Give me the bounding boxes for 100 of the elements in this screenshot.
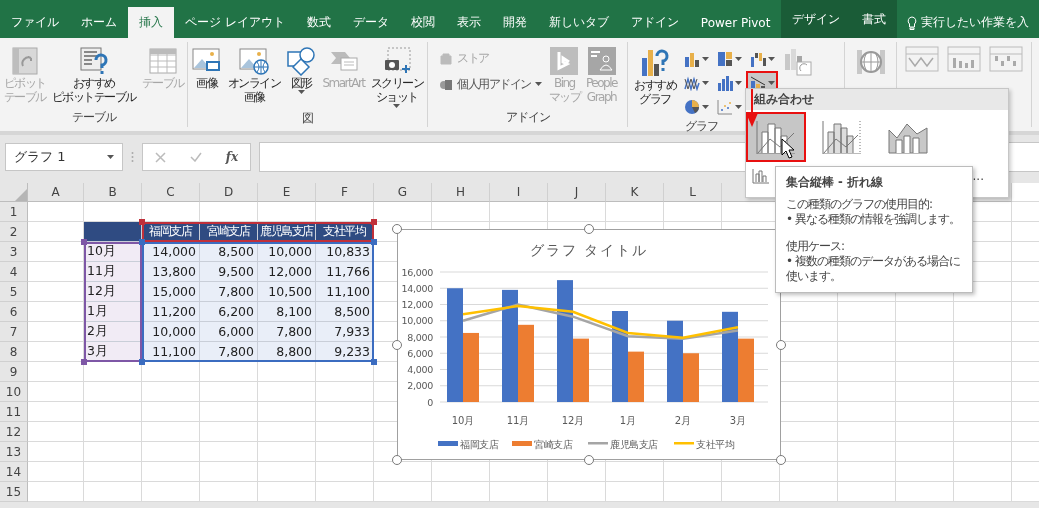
group-label: グラフ <box>683 118 719 135</box>
row-header[interactable]: 5 <box>0 282 28 302</box>
table-cell: 8,100 <box>258 302 316 322</box>
column-header[interactable]: J <box>548 183 606 202</box>
axis-tick-label: 10,000 <box>401 315 433 327</box>
row-header[interactable]: 12 <box>0 422 28 442</box>
column-header[interactable]: G <box>374 183 432 202</box>
row-header[interactable]: 2 <box>0 222 28 242</box>
column-header[interactable]: I <box>490 183 548 202</box>
ribbon-tab[interactable]: ファイル <box>0 7 70 38</box>
table-cell: 2月 <box>84 322 142 342</box>
column-header[interactable]: H <box>432 183 490 202</box>
ribbon-tab[interactable]: 新しいタブ <box>537 7 620 38</box>
ribbon-tab[interactable]: ページ レイアウト <box>174 7 296 38</box>
axis-tick-label: 8,000 <box>407 331 433 343</box>
ribbon-button[interactable]: 図形 <box>284 44 319 96</box>
more-option[interactable]: ... <box>972 169 984 183</box>
tooltip-text: この種類のグラフの使用目的: <box>786 197 934 212</box>
ribbon-tab[interactable]: 開発 <box>491 7 538 38</box>
legend-label: 支社平均 <box>696 438 735 450</box>
column-header[interactable]: F <box>316 183 374 202</box>
table-cell: 8,800 <box>258 342 316 362</box>
table-cell: 11,100 <box>316 282 374 302</box>
axis-tick-label: 11月 <box>506 415 530 426</box>
table-cell: 11,200 <box>142 302 200 322</box>
group-label: 図 <box>301 110 314 127</box>
axis-tick-label: 4,000 <box>407 364 433 375</box>
row-header[interactable]: 14 <box>0 462 28 482</box>
ribbon-tab[interactable]: 校閲 <box>399 7 446 38</box>
column-header[interactable]: C <box>142 183 200 202</box>
tooltip-title: 集合縦棒 - 折れ線 <box>786 175 884 190</box>
table-cell: 7,933 <box>316 322 374 342</box>
ribbon-tab[interactable]: デザイン <box>781 0 852 38</box>
table-cell: 9,500 <box>200 262 258 282</box>
table-cell: 11,766 <box>316 262 374 282</box>
tooltip-text: • 複数の種類のデータがある場合に使います。 <box>786 254 961 284</box>
table-cell: 7,800 <box>200 282 258 302</box>
table-cell: 8,500 <box>200 242 258 262</box>
group-label: アドイン <box>504 109 551 126</box>
ribbon-button[interactable]: 個人用アドイン <box>436 74 545 94</box>
table-cell: 15,000 <box>142 282 200 302</box>
ribbon-tab[interactable]: 挿入 <box>128 7 174 38</box>
table-cell: 10,000 <box>142 322 200 342</box>
column-header[interactable]: D <box>200 183 258 202</box>
table-cell: 12月 <box>84 282 142 302</box>
ribbon-button[interactable]: オンライン 画像 <box>225 44 283 106</box>
ribbon-tab[interactable]: データ <box>341 7 400 38</box>
chart-title: グラフ タイトル <box>529 242 649 258</box>
ribbon-button[interactable]: 画像 <box>189 44 224 92</box>
ribbon-tab[interactable]: Power Pivot <box>689 7 782 38</box>
column-header[interactable]: B <box>84 183 142 202</box>
legend-item: 宮崎支店 <box>512 438 572 450</box>
table-cell: 10,000 <box>258 242 316 262</box>
ribbon-button[interactable]: おすすめ ピボットテーブル <box>49 44 138 106</box>
row-header[interactable]: 7 <box>0 322 28 342</box>
tooltip-text: 使用ケース: <box>786 239 846 254</box>
row-header[interactable]: 11 <box>0 402 28 422</box>
row-header[interactable]: 6 <box>0 302 28 322</box>
legend-label: 福岡支店 <box>460 438 499 450</box>
ribbon-button[interactable]: スクリーン ショット <box>368 44 426 110</box>
legend-label: 鹿児島支店 <box>610 438 658 450</box>
row-header[interactable]: 13 <box>0 442 28 462</box>
table-cell: 11月 <box>84 262 142 282</box>
table-cell: 10,500 <box>258 282 316 302</box>
legend-label: 宮崎支店 <box>534 438 573 450</box>
legend-item: 福岡支店 <box>438 438 498 450</box>
name-box[interactable]: グラフ 1 <box>5 143 123 171</box>
column-header[interactable]: L <box>664 183 722 202</box>
ribbon-tab[interactable]: アドイン <box>619 7 690 38</box>
legend-item: 鹿児島支店 <box>588 438 658 450</box>
row-header[interactable]: 4 <box>0 262 28 282</box>
group-label: テーブル <box>70 109 117 126</box>
table-cell: 6,000 <box>200 322 258 342</box>
table-cell: 8,500 <box>316 302 374 322</box>
row-header[interactable]: 15 <box>0 482 28 502</box>
axis-tick-label: 10月 <box>451 415 475 426</box>
column-header[interactable]: E <box>258 183 316 202</box>
ribbon-tab[interactable]: 数式 <box>295 7 342 38</box>
row-header[interactable]: 10 <box>0 382 28 402</box>
row-header[interactable]: 3 <box>0 242 28 262</box>
row-header[interactable]: 1 <box>0 202 28 222</box>
ribbon-button[interactable]: おすすめ グラフ <box>632 44 678 108</box>
ribbon-tab[interactable]: 表示 <box>445 7 492 38</box>
ribbon-tab[interactable]: ホーム <box>70 7 128 38</box>
table-cell: 7,800 <box>258 322 316 342</box>
axis-tick-label: 6,000 <box>407 347 433 359</box>
axis-tick-label: 16,000 <box>401 266 433 278</box>
axis-tick-label: 0 <box>427 396 433 408</box>
insert-function-button[interactable]: fx <box>225 150 239 164</box>
column-header[interactable]: A <box>28 183 84 202</box>
table-cell: 12,000 <box>258 262 316 282</box>
table-cell: 1月 <box>84 302 142 322</box>
row-header[interactable]: 8 <box>0 342 28 362</box>
legend-item: 支社平均 <box>674 438 734 450</box>
tell-me-field[interactable]: 実行したい作業を入 <box>921 14 1030 31</box>
axis-tick-label: 12月 <box>561 415 585 426</box>
column-header[interactable]: K <box>606 183 664 202</box>
ribbon-tab[interactable]: 書式 <box>851 0 898 38</box>
table-cell: 7,800 <box>200 342 258 362</box>
row-header[interactable]: 9 <box>0 362 28 382</box>
